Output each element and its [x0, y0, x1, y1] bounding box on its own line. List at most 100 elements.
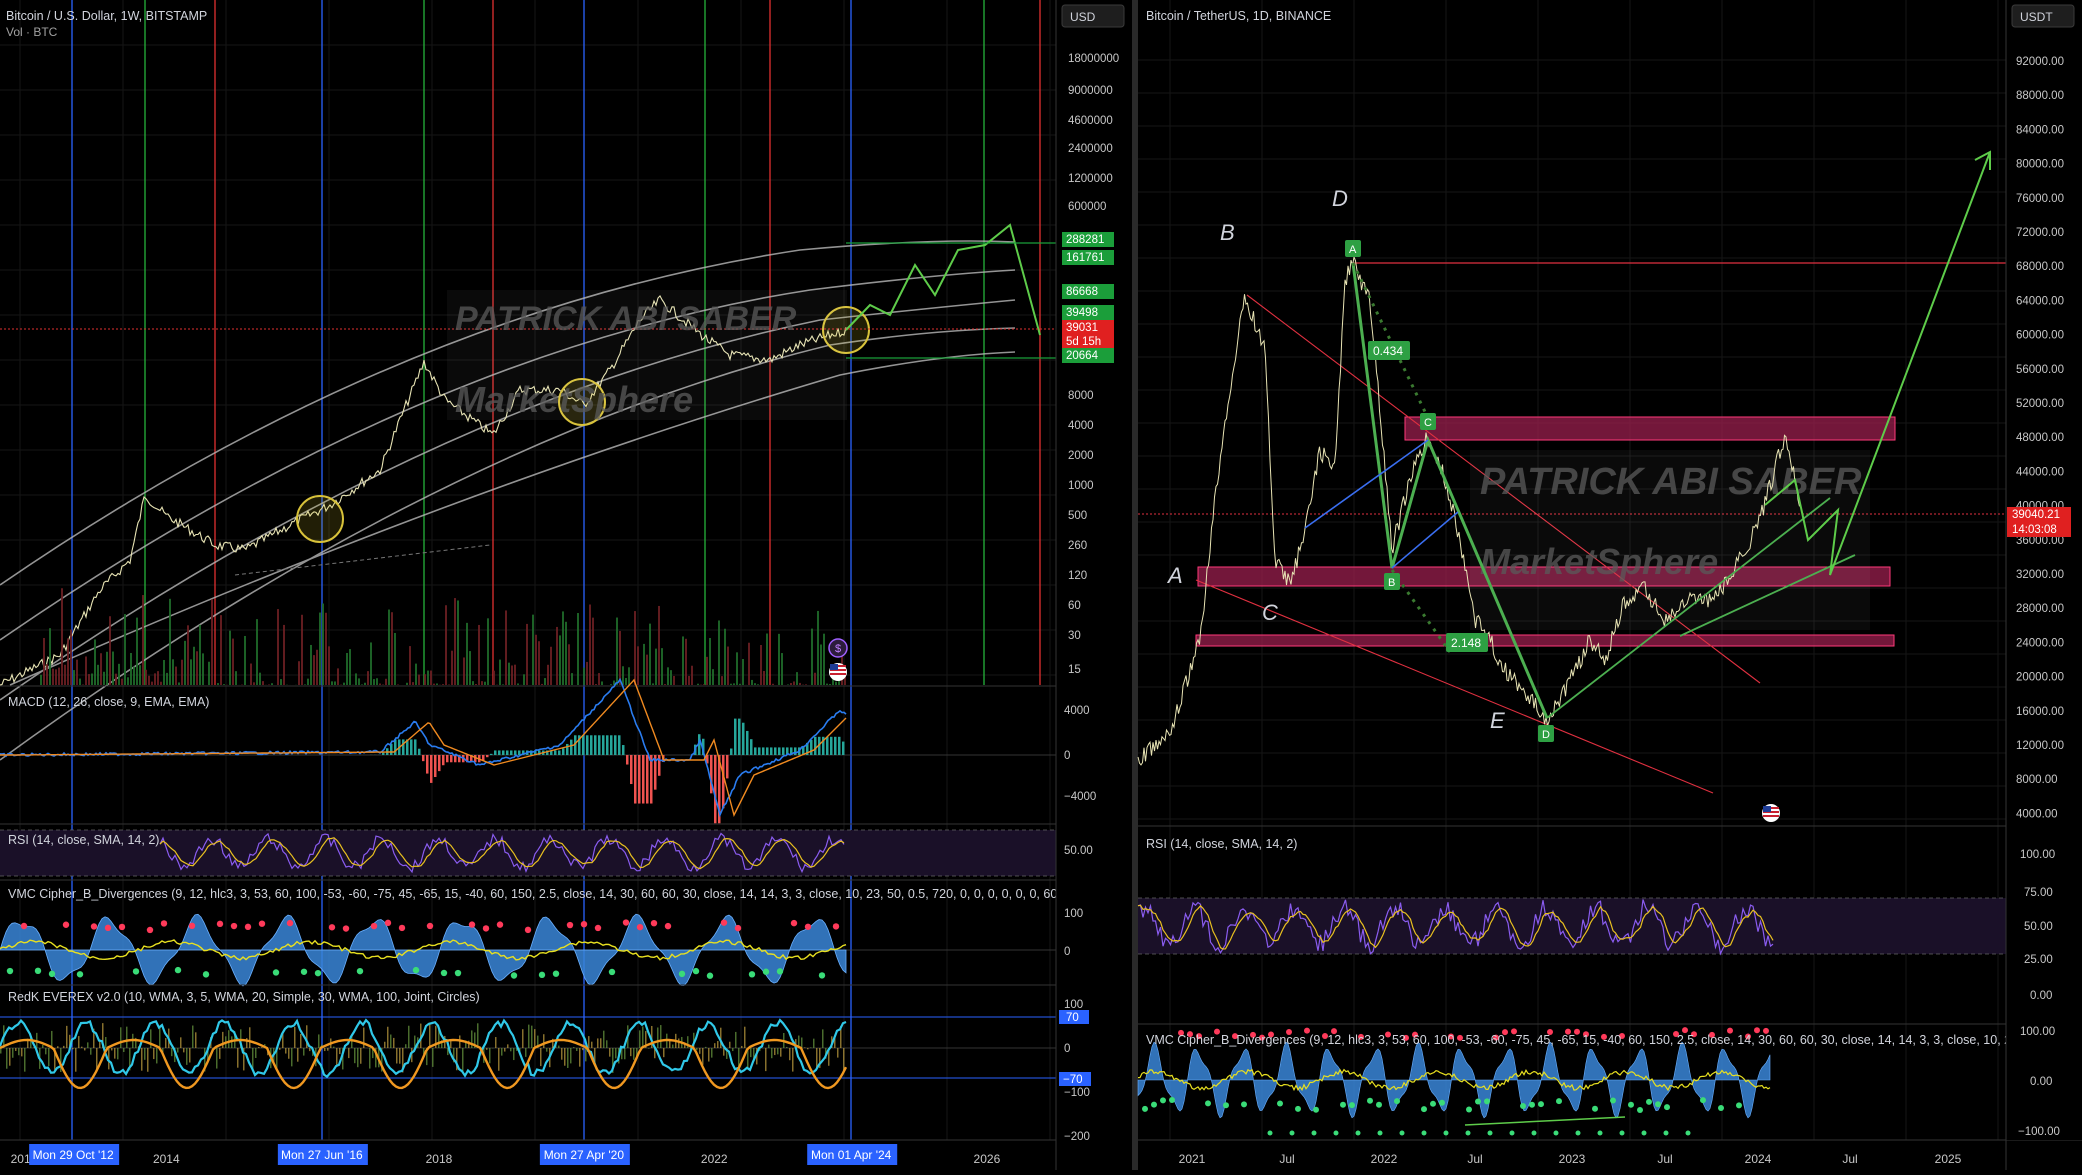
- point-label-c: C: [1420, 413, 1436, 430]
- macd-label: MACD (12, 26, close, 9, EMA, EMA): [8, 695, 209, 709]
- right-price-tags: 39040.21 14:03:08: [2007, 507, 2071, 537]
- price-tick: 18000000: [1068, 53, 1119, 65]
- price-tag: 39498: [1062, 305, 1114, 320]
- svg-text:4000: 4000: [1064, 705, 1090, 717]
- svg-text:288281: 288281: [1066, 234, 1104, 246]
- price-tick: 260: [1068, 540, 1087, 552]
- time-tick: Jul: [1279, 1152, 1294, 1166]
- time-marker: Mon 27 Jun '16: [278, 1144, 368, 1165]
- svg-text:0.00: 0.00: [2030, 990, 2052, 1002]
- time-tick: 2018: [426, 1152, 453, 1166]
- volume-label: Vol · BTC: [6, 25, 58, 39]
- time-tick: 201: [11, 1152, 31, 1166]
- price-tick: 9000000: [1068, 85, 1113, 97]
- svg-text:20664: 20664: [1066, 350, 1099, 362]
- time-marker: Mon 27 Apr '20: [540, 1144, 630, 1165]
- watermark-author: PATRICK ABI SABER: [1480, 461, 1862, 503]
- left-rsi-label: RSI (14, close, SMA, 14, 2): [8, 833, 159, 847]
- price-tag: 86668: [1062, 284, 1114, 299]
- price-tick: 2000: [1068, 450, 1094, 462]
- price-tick: 60000.00: [2016, 330, 2064, 342]
- cycle-circle: [297, 496, 343, 542]
- svg-text:50.00: 50.00: [2024, 921, 2053, 933]
- wave-label-d: D: [1332, 186, 1348, 211]
- svg-text:Mon 29 Oct '12: Mon 29 Oct '12: [33, 1148, 114, 1162]
- wave-label-a: A: [1166, 563, 1183, 588]
- price-tag: 39031: [1062, 320, 1114, 335]
- wave-label-c: C: [1262, 600, 1278, 625]
- svg-text:Mon 27 Jun '16: Mon 27 Jun '16: [281, 1148, 363, 1162]
- svg-text:USD: USD: [1070, 10, 1096, 24]
- svg-text:−4000: −4000: [1064, 791, 1096, 803]
- svg-text:39498: 39498: [1066, 307, 1098, 319]
- right-chart-pane[interactable]: PATRICK ABI SABER MarketSphere A B C D E…: [1138, 0, 2082, 1170]
- svg-text:0.00: 0.00: [2030, 1076, 2052, 1088]
- time-tick: 2022: [1371, 1152, 1398, 1166]
- price-tick: 88000.00: [2016, 90, 2064, 102]
- svg-text:Mon 27 Apr '20: Mon 27 Apr '20: [544, 1148, 625, 1162]
- svg-text:C: C: [1424, 417, 1432, 429]
- left-chart-title: Bitcoin / U.S. Dollar, 1W, BITSTAMP: [6, 9, 207, 23]
- svg-text:−100.00: −100.00: [2018, 1126, 2060, 1138]
- svg-text:USDT: USDT: [2020, 10, 2053, 24]
- price-tick: 1000: [1068, 480, 1094, 492]
- usd-currency-button[interactable]: USD: [1062, 5, 1124, 27]
- price-tick: 20000.00: [2016, 672, 2064, 684]
- wave-label-b: B: [1220, 220, 1235, 245]
- svg-text:−70: −70: [1063, 1074, 1083, 1086]
- svg-text:50.00: 50.00: [1064, 845, 1093, 857]
- time-tick: Jul: [1842, 1152, 1857, 1166]
- price-tick: 120: [1068, 570, 1087, 582]
- price-tick: 30: [1068, 630, 1081, 642]
- countdown-tag: 14:03:08: [2012, 524, 2057, 536]
- price-tick: 44000.00: [2016, 466, 2064, 478]
- svg-text:0: 0: [1064, 1043, 1070, 1055]
- svg-text:39031: 39031: [1066, 322, 1098, 334]
- svg-text:0: 0: [1064, 750, 1070, 762]
- left-chart-pane[interactable]: PATRICK ABI SABER MarketSphere Bitcoin /…: [0, 0, 1132, 1170]
- time-tick: 2024: [1745, 1152, 1772, 1166]
- price-tag: 161761: [1062, 250, 1114, 265]
- time-tick: 2022: [701, 1152, 728, 1166]
- watermark-brand: MarketSphere: [455, 379, 693, 420]
- price-tick: 8000.00: [2016, 774, 2058, 786]
- point-label-a: A: [1345, 240, 1361, 257]
- svg-text:−200: −200: [1064, 1131, 1090, 1143]
- price-tick: 92000.00: [2016, 56, 2064, 68]
- wave-label-e: E: [1490, 708, 1505, 733]
- price-tag: 20664: [1062, 348, 1114, 363]
- svg-text:100.00: 100.00: [2020, 1026, 2055, 1038]
- price-tick: 600000: [1068, 201, 1106, 213]
- price-tick: 500: [1068, 510, 1087, 522]
- price-tick: 12000.00: [2016, 740, 2064, 752]
- price-tick: 56000.00: [2016, 364, 2064, 376]
- time-marker: Mon 01 Apr '24: [807, 1144, 897, 1165]
- time-marker: Mon 29 Oct '12: [29, 1144, 119, 1165]
- svg-text:Mon 01 Apr '24: Mon 01 Apr '24: [811, 1148, 892, 1162]
- price-tick: 2400000: [1068, 143, 1113, 155]
- left-price-tags: 2882811617618666839498390315d 15h20664: [1062, 232, 1114, 363]
- support-zone: [1196, 635, 1894, 646]
- price-tick: 16000.00: [2016, 706, 2064, 718]
- dollar-circle-icon[interactable]: $: [829, 639, 847, 657]
- svg-text:70: 70: [1066, 1012, 1079, 1024]
- time-tick: 2023: [1559, 1152, 1586, 1166]
- us-flag-icon[interactable]: [1762, 804, 1780, 822]
- svg-text:100: 100: [1064, 908, 1083, 920]
- resistance-zone: [1405, 417, 1895, 440]
- price-tick: 84000.00: [2016, 124, 2064, 136]
- price-tick: 4000.00: [2016, 808, 2058, 820]
- price-tick: 15: [1068, 664, 1081, 676]
- current-price-tag: 39040.21: [2012, 509, 2060, 521]
- pane-divider[interactable]: [1132, 0, 1138, 1170]
- svg-text:A: A: [1349, 244, 1357, 256]
- usdt-currency-button[interactable]: USDT: [2012, 5, 2074, 27]
- price-tick: 64000.00: [2016, 295, 2064, 307]
- price-tick: 68000.00: [2016, 261, 2064, 273]
- price-tick: 4000: [1068, 420, 1094, 432]
- price-tick: 1200000: [1068, 173, 1113, 185]
- time-tick: 2014: [153, 1152, 180, 1166]
- time-tick: Jul: [1467, 1152, 1482, 1166]
- us-flag-icon[interactable]: [829, 663, 847, 681]
- everex-label: RedK EVEREX v2.0 (10, WMA, 3, 5, WMA, 20…: [8, 990, 480, 1004]
